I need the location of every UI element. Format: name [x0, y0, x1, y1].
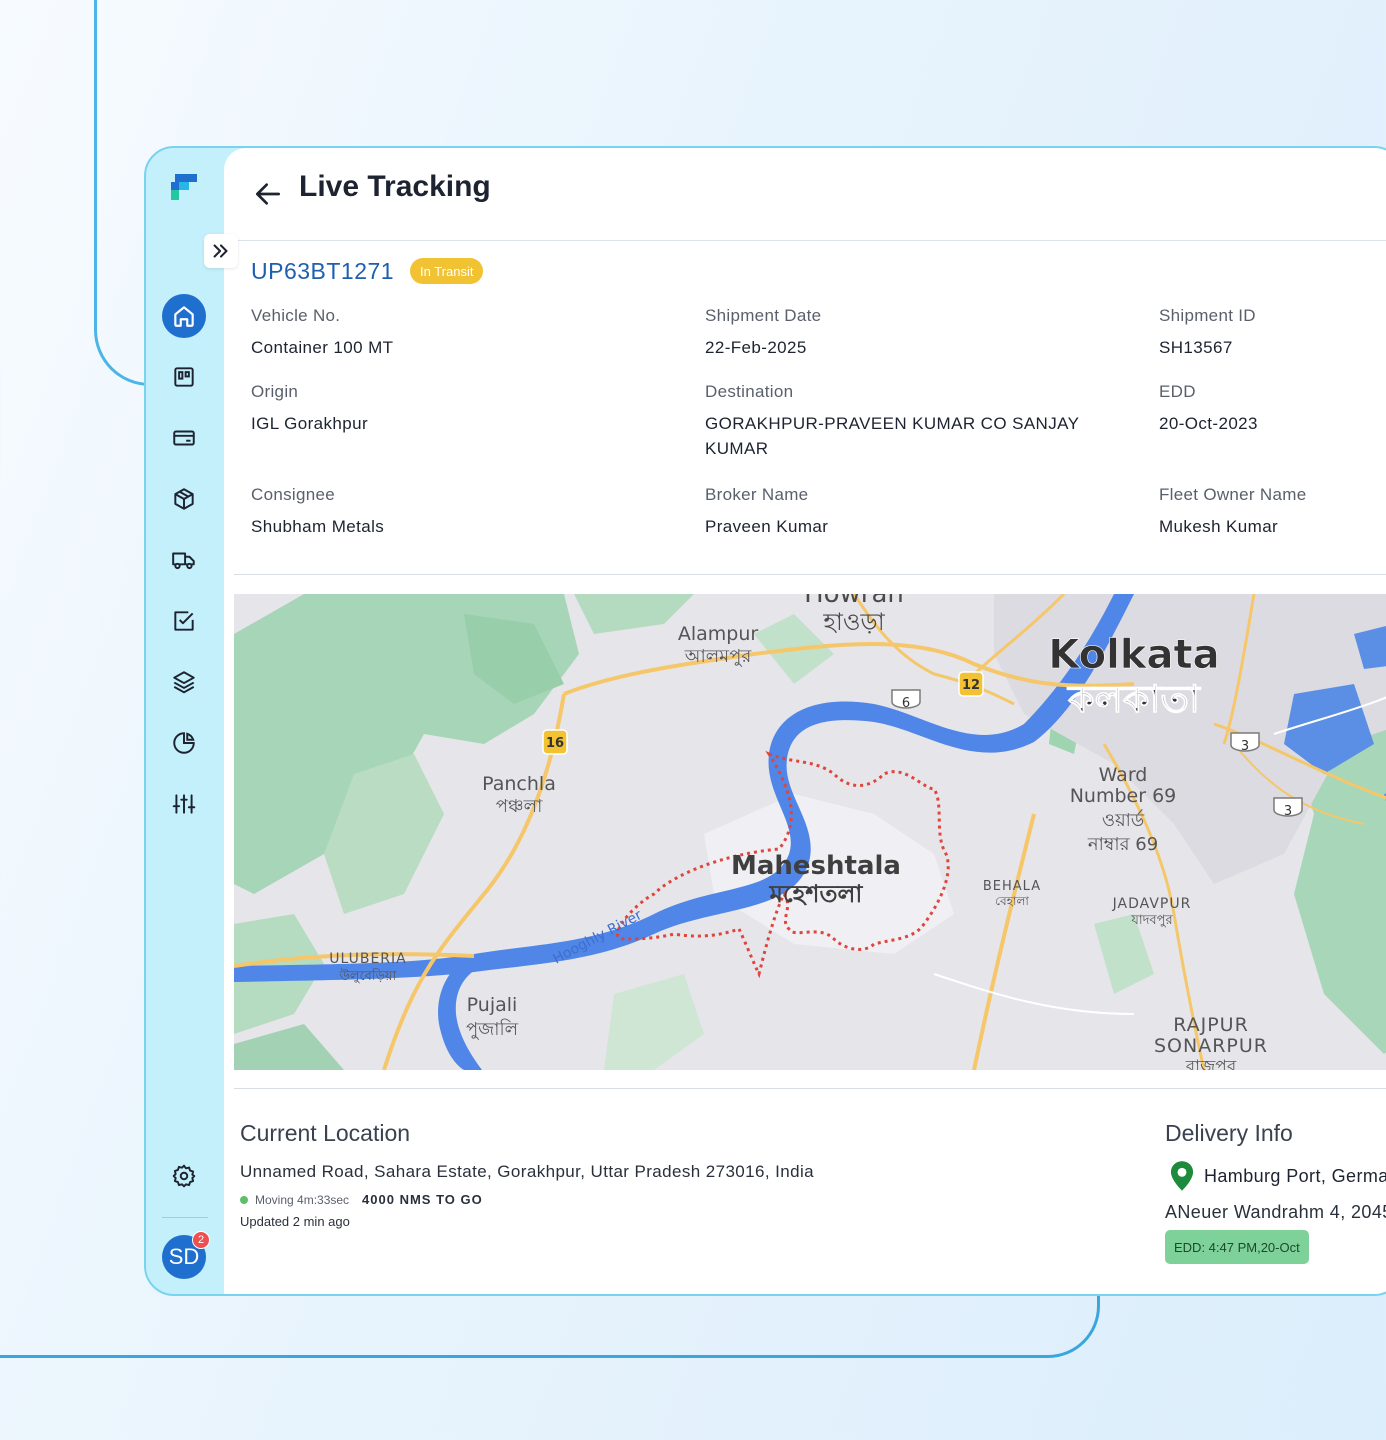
map-label-ward-number-bn: নাম্বার 69 [1087, 834, 1158, 855]
nav-shipments[interactable] [162, 477, 206, 521]
tracking-map[interactable]: 16 12 6 3 3 Howrah হাওড়া Kolkata কলকাতা… [234, 594, 1386, 1070]
card-icon [173, 430, 195, 446]
home-icon [174, 306, 194, 327]
sidebar: SD 2 [146, 148, 224, 1294]
shipment-date-label: Shipment Date [705, 306, 822, 325]
origin-value: IGL Gorakhpur [251, 414, 369, 433]
map-label-behala-bn: বেহালা [995, 894, 1029, 908]
vehicle-no-label: Vehicle No. [251, 306, 341, 325]
delivery-info-title: Delivery Info [1165, 1120, 1293, 1146]
moving-indicator-dot [240, 1195, 248, 1204]
notification-badge: 2 [192, 1231, 210, 1249]
shipment-date-value: 22-Feb-2025 [705, 338, 807, 357]
page-title: Live Tracking [299, 170, 491, 203]
app-window: SD 2 Live Tracking UP63BT1271 In Transit… [144, 146, 1386, 1296]
map-label-kolkata-bn: কলকাতা [1066, 677, 1202, 721]
shipment-id-label: Shipment ID [1159, 306, 1256, 325]
sidebar-divider [162, 1217, 208, 1218]
map-pin-icon [1170, 1161, 1194, 1191]
fleet-owner-value: Mukesh Kumar [1159, 517, 1279, 536]
map-label-kolkata: Kolkata [1048, 632, 1219, 678]
map-label-jadavpur-bn: যাদবপুর [1130, 913, 1173, 928]
route-shield-label: 3 [1284, 804, 1292, 819]
map-label-alampur: Alampur [678, 623, 759, 645]
nav-settings[interactable] [162, 1154, 206, 1198]
map-label-panchla: Panchla [482, 773, 556, 795]
map-label-ward-number: Number 69 [1070, 785, 1177, 807]
route-shield-label: 6 [902, 696, 910, 711]
map-label-rajpur-bn: রাজপুর [1185, 1057, 1237, 1070]
destination-label: Destination [705, 382, 794, 401]
page-header: Live Tracking [224, 148, 1386, 241]
map-label-ward-bn: ওয়ার্ড [1102, 809, 1145, 831]
box-icon [174, 488, 194, 510]
vehicle-no-value: Container 100 MT [251, 338, 394, 357]
truck-icon [172, 552, 195, 570]
broker-name-label: Broker Name [705, 485, 809, 504]
current-address: Unnamed Road, Sahara Estate, Gorakhpur, … [240, 1162, 814, 1181]
highway-shield: 12 [958, 671, 984, 697]
nav-board[interactable] [162, 355, 206, 399]
nav-layers[interactable] [162, 660, 206, 704]
consignee-label: Consignee [251, 485, 335, 504]
expand-sidebar-button[interactable] [204, 234, 238, 268]
map-label-behala: BEHALA [983, 879, 1041, 894]
map-label-jadavpur: JADAVPUR [1112, 896, 1192, 912]
nav-filters[interactable] [162, 782, 206, 826]
last-updated: Updated 2 min ago [240, 1214, 350, 1229]
map-label-alampur-bn: আলমপুর [684, 646, 753, 667]
brand-logo[interactable] [169, 172, 199, 202]
fleet-owner-label: Fleet Owner Name [1159, 485, 1307, 504]
nav-reports[interactable] [162, 721, 206, 765]
route-shield-label: 3 [1241, 739, 1249, 754]
map-label-uluberia-bn: উলুবেড়িয়া [339, 968, 397, 984]
shipment-id-value: SH13567 [1159, 338, 1233, 357]
map-label-uluberia: ULUBERIA [329, 951, 406, 967]
arrow-left-icon[interactable] [252, 178, 284, 210]
current-location-title: Current Location [240, 1120, 411, 1146]
highway-shield: 16 [542, 729, 568, 755]
nav-fleet[interactable] [162, 538, 206, 582]
edd-value: 20-Oct-2023 [1159, 414, 1258, 433]
map-label-sonarpur: SONARPUR [1154, 1035, 1268, 1057]
highway-shield-label: 12 [962, 678, 980, 693]
edd-chip: EDD: 4:47 PM,20-Oct [1165, 1230, 1309, 1264]
destination-value: GORAKHPUR-PRAVEEN KUMAR CO SANJAY KUMAR [705, 414, 1080, 458]
status-badge: In Transit [410, 258, 484, 284]
origin-label: Origin [251, 382, 299, 401]
map-label-maheshtala: Maheshtala [731, 851, 901, 881]
map-label-pujali-bn: পুজালি [466, 1019, 519, 1040]
consignee-value: Shubham Metals [251, 517, 385, 536]
distance-remaining: 4000 NMS TO GO [362, 1192, 483, 1207]
map-label-howrah-bn: হাওড়া [822, 608, 885, 636]
chevrons-right-icon [213, 244, 228, 258]
sliders-icon [172, 794, 196, 814]
nav-payments[interactable] [162, 416, 206, 460]
edd-label: EDD [1159, 382, 1196, 401]
vehicle-code[interactable]: UP63BT1271 [251, 258, 394, 285]
highway-shield-label: 16 [546, 736, 564, 751]
decorative-line-bottom [0, 1290, 1100, 1358]
gear-icon [172, 1164, 196, 1188]
pie-chart-icon [173, 732, 195, 754]
delivery-port: Hamburg Port, Germany [1204, 1166, 1386, 1186]
layers-icon [173, 671, 195, 694]
kanban-icon [174, 367, 194, 387]
map-label-panchla-bn: পঞ্চলা [496, 796, 543, 817]
map-label-rajpur: RAJPUR [1173, 1014, 1249, 1036]
main-panel: Live Tracking UP63BT1271 In Transit Vehi… [224, 148, 1386, 1294]
broker-name-value: Praveen Kumar [705, 517, 829, 536]
nav-home[interactable] [162, 294, 206, 338]
map-divider [234, 1088, 1386, 1089]
details-divider [234, 574, 1386, 575]
checklist-icon [174, 611, 194, 631]
map-label-maheshtala-bn: মহেশতলা [769, 880, 864, 908]
map-label-howrah: Howrah [804, 594, 904, 609]
nav-tasks[interactable] [162, 599, 206, 643]
moving-duration: Moving 4m:33sec [255, 1192, 350, 1207]
map-label-pujali: Pujali [467, 994, 518, 1016]
delivery-address: ANeuer Wandrahm 4, 20457 Hamburg [1165, 1202, 1386, 1222]
movement-status: Moving 4m:33sec 4000 NMS TO GO [240, 1192, 483, 1207]
map-label-ward: Ward [1099, 764, 1148, 786]
